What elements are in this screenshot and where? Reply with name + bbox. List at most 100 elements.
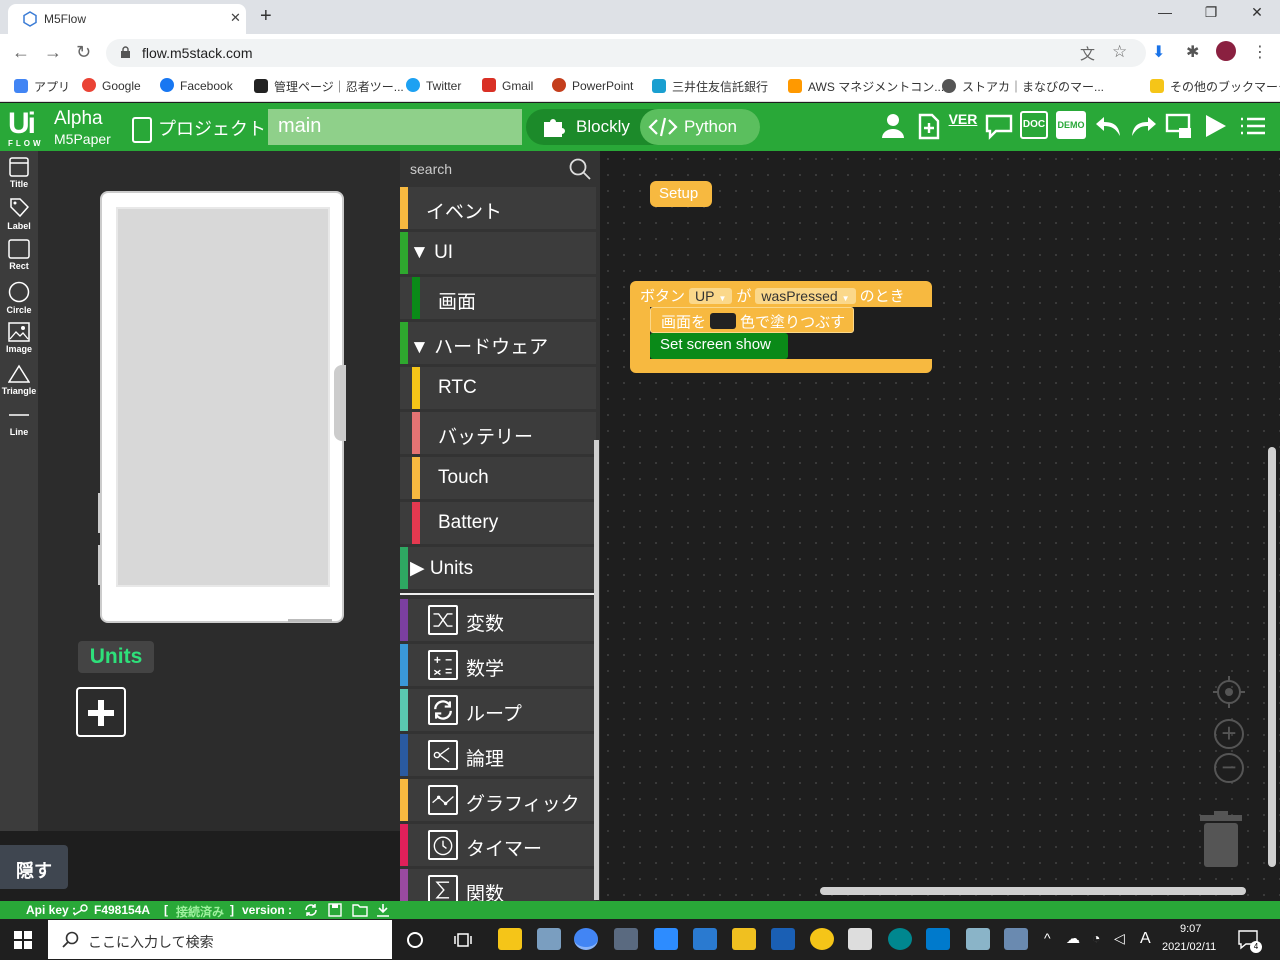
- clock-date[interactable]: 2021/02/11: [1162, 941, 1216, 953]
- vscode-icon[interactable]: [926, 928, 950, 950]
- restore-icon[interactable]: ❐: [1196, 4, 1226, 21]
- category-timer[interactable]: タイマー: [400, 824, 596, 866]
- add-file-icon[interactable]: [914, 111, 944, 141]
- bookmark-google[interactable]: Google: [82, 78, 141, 93]
- tab-python[interactable]: Python: [640, 109, 760, 145]
- category-graphic[interactable]: グラフィック: [400, 779, 596, 821]
- project-button[interactable]: プロジェクト: [132, 115, 266, 144]
- taskbar-search-input[interactable]: ここに入力して検索: [48, 920, 392, 959]
- category-variables[interactable]: 変数: [400, 599, 596, 641]
- smiley-app-icon[interactable]: [810, 928, 834, 950]
- tab-blockly[interactable]: Blockly: [526, 109, 640, 145]
- category-logic[interactable]: 論理: [400, 734, 596, 776]
- category-search-input[interactable]: search: [400, 151, 596, 185]
- zoom-in-icon[interactable]: +: [1214, 719, 1244, 749]
- device-screen[interactable]: [116, 207, 330, 587]
- remote-desktop-icon[interactable]: [771, 928, 795, 950]
- button-select-dropdown[interactable]: UP ▼: [689, 288, 733, 304]
- translate-icon[interactable]: 文: [1080, 43, 1095, 64]
- task-view-icon[interactable]: [454, 931, 472, 949]
- chrome-menu-icon[interactable]: ⋮: [1252, 42, 1268, 62]
- undo-icon[interactable]: [1094, 111, 1124, 141]
- bookmark-ninja[interactable]: 管理ページ｜忍者ツー...: [254, 78, 404, 95]
- block-workspace[interactable]: Setup ボタン UP ▼ が wasPressed ▼ のとき 画面を 色で塗りつぶす S…: [600, 151, 1280, 901]
- bookmark-powerpoint[interactable]: PowerPoint: [552, 78, 633, 93]
- save-icon[interactable]: [328, 903, 342, 917]
- arduino-icon[interactable]: [888, 928, 912, 950]
- color-picker[interactable]: [710, 313, 737, 329]
- tray-expand-icon[interactable]: ^: [1044, 930, 1051, 946]
- forward-icon[interactable]: →: [44, 42, 62, 63]
- download-icon[interactable]: [376, 903, 390, 917]
- bookmark-gmail[interactable]: Gmail: [482, 78, 533, 93]
- camera-app-icon[interactable]: [614, 928, 638, 950]
- category-units[interactable]: ▶ Units: [400, 547, 596, 589]
- category-touch[interactable]: Touch: [400, 457, 596, 499]
- tool-circle[interactable]: Circle: [0, 281, 38, 315]
- reload-icon[interactable]: ↻: [76, 42, 91, 63]
- ime-indicator[interactable]: A: [1140, 930, 1151, 948]
- cortana-icon[interactable]: [406, 931, 424, 949]
- box-app-icon[interactable]: [966, 928, 990, 950]
- workspace-horizontal-scrollbar[interactable]: [820, 887, 1246, 895]
- redo-icon[interactable]: [1128, 111, 1158, 141]
- window-close-icon[interactable]: ✕: [1242, 4, 1272, 21]
- tool-rect[interactable]: Rect: [0, 239, 38, 271]
- user-icon[interactable]: [878, 111, 908, 141]
- browser-tab[interactable]: M5Flow ✕: [8, 4, 246, 34]
- set-screen-show-block[interactable]: Set screen show: [650, 333, 788, 359]
- text-app-icon[interactable]: [732, 928, 756, 950]
- bookmark-apps[interactable]: アプリ: [14, 78, 70, 95]
- category-screen[interactable]: 画面: [400, 277, 596, 319]
- tool-title[interactable]: Title: [0, 157, 38, 189]
- new-tab-icon[interactable]: +: [260, 5, 272, 28]
- setup-block[interactable]: Setup: [650, 181, 712, 207]
- run-icon[interactable]: [1200, 111, 1230, 141]
- news-app-icon[interactable]: [848, 928, 872, 950]
- photos-app-icon[interactable]: [537, 928, 561, 950]
- version-icon[interactable]: VER: [948, 111, 978, 141]
- back-icon[interactable]: ←: [12, 42, 30, 63]
- onedrive-icon[interactable]: ☁: [1066, 930, 1080, 947]
- filename-input[interactable]: main: [268, 109, 522, 145]
- bookmark-aws[interactable]: AWS マネジメントコン...: [788, 78, 944, 95]
- windows-start-icon[interactable]: [14, 931, 32, 949]
- category-loop[interactable]: ループ: [400, 689, 596, 731]
- add-unit-button[interactable]: [76, 687, 126, 737]
- search-icon[interactable]: [568, 157, 592, 181]
- menu-icon[interactable]: [1238, 111, 1268, 141]
- bookmark-facebook[interactable]: Facebook: [160, 78, 233, 93]
- zoom-out-icon[interactable]: −: [1214, 753, 1244, 783]
- fill-screen-block[interactable]: 画面を 色で塗りつぶす: [650, 307, 854, 333]
- comment-icon[interactable]: [984, 111, 1014, 141]
- doc-icon[interactable]: DOC: [1020, 111, 1048, 139]
- category-battery[interactable]: Battery: [400, 502, 596, 544]
- bookmark-twitter[interactable]: Twitter: [406, 78, 461, 93]
- download-extension-icon[interactable]: ⬇: [1152, 42, 1165, 62]
- category-battery-jp[interactable]: バッテリー: [400, 412, 596, 454]
- extensions-icon[interactable]: ✱: [1186, 42, 1199, 62]
- tool-triangle[interactable]: Triangle: [0, 364, 38, 396]
- clock-time[interactable]: 9:07: [1180, 923, 1201, 935]
- file-explorer-icon[interactable]: [498, 928, 522, 950]
- workspace-vertical-scrollbar[interactable]: [1268, 447, 1276, 867]
- bookmark-streetacademy[interactable]: ストアカ｜まなびのマー...: [942, 78, 1104, 95]
- category-ui[interactable]: ▼ UI: [400, 232, 596, 274]
- tab-close-icon[interactable]: ✕: [230, 10, 241, 26]
- tool-line[interactable]: Line: [0, 405, 38, 437]
- volume-icon[interactable]: ◁: [1114, 930, 1125, 947]
- recenter-icon[interactable]: [1212, 675, 1246, 709]
- api-key-value[interactable]: F498154A: [94, 903, 150, 917]
- tool-label[interactable]: Label: [0, 197, 38, 231]
- bookmark-other[interactable]: その他のブックマーク: [1150, 78, 1280, 95]
- refresh-icon[interactable]: [304, 903, 318, 917]
- outlook-icon[interactable]: [693, 928, 717, 950]
- url-input[interactable]: flow.m5stack.com 文 ☆: [106, 39, 1146, 67]
- profile-avatar[interactable]: [1216, 41, 1236, 61]
- category-event[interactable]: イベント: [400, 187, 596, 229]
- tool-image[interactable]: Image: [0, 322, 38, 354]
- hide-button[interactable]: 隠す: [0, 845, 68, 889]
- category-hardware[interactable]: ▼ ハードウェア: [400, 322, 596, 364]
- open-folder-icon[interactable]: [352, 903, 368, 917]
- category-scrollbar[interactable]: [594, 440, 599, 900]
